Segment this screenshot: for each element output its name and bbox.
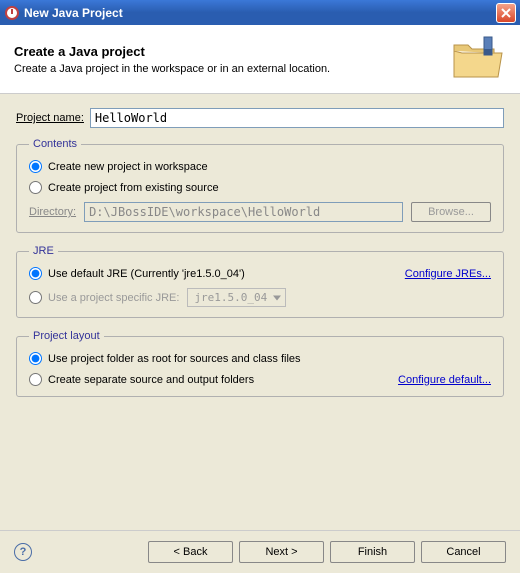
next-button[interactable]: Next > (239, 541, 324, 563)
window-title: New Java Project (24, 6, 496, 20)
cancel-button[interactable]: Cancel (421, 541, 506, 563)
use-specific-jre-radio[interactable] (29, 291, 42, 304)
separate-folders-label: Create separate source and output folder… (48, 374, 254, 386)
use-default-jre-radio[interactable] (29, 267, 42, 280)
help-icon[interactable]: ? (14, 543, 32, 561)
browse-button: Browse... (411, 202, 491, 222)
create-from-existing-label: Create project from existing source (48, 182, 219, 194)
button-bar: ? < Back Next > Finish Cancel (0, 530, 520, 573)
configure-jres-link[interactable]: Configure JREs... (405, 268, 491, 280)
create-from-existing-radio[interactable] (29, 181, 42, 194)
project-layout-group: Project layout Use project folder as roo… (16, 330, 504, 397)
use-specific-jre-label: Use a project specific JRE: (48, 292, 179, 304)
folder-icon (450, 35, 506, 83)
page-subtitle: Create a Java project in the workspace o… (14, 63, 450, 75)
specific-jre-combo: jre1.5.0_04 (187, 288, 286, 307)
finish-button[interactable]: Finish (330, 541, 415, 563)
separate-folders-radio[interactable] (29, 373, 42, 386)
use-root-folder-radio[interactable] (29, 352, 42, 365)
close-button[interactable] (496, 3, 516, 23)
jre-group: JRE Use default JRE (Currently 'jre1.5.0… (16, 245, 504, 318)
page-title: Create a Java project (14, 44, 450, 59)
project-name-input[interactable] (90, 108, 504, 128)
directory-input (84, 202, 403, 222)
use-default-jre-label: Use default JRE (Currently 'jre1.5.0_04'… (48, 268, 245, 280)
create-in-workspace-radio[interactable] (29, 160, 42, 173)
back-button[interactable]: < Back (148, 541, 233, 563)
project-layout-legend: Project layout (29, 330, 104, 342)
configure-default-link[interactable]: Configure default... (398, 374, 491, 386)
wizard-header: Create a Java project Create a Java proj… (0, 25, 520, 94)
contents-group: Contents Create new project in workspace… (16, 138, 504, 233)
jre-legend: JRE (29, 245, 58, 257)
titlebar: New Java Project (0, 0, 520, 25)
contents-legend: Contents (29, 138, 81, 150)
create-in-workspace-label: Create new project in workspace (48, 161, 208, 173)
directory-label: Directory: (29, 206, 76, 218)
use-root-folder-label: Use project folder as root for sources a… (48, 353, 301, 365)
project-name-label: Project name: (16, 112, 84, 124)
app-icon (4, 5, 20, 21)
